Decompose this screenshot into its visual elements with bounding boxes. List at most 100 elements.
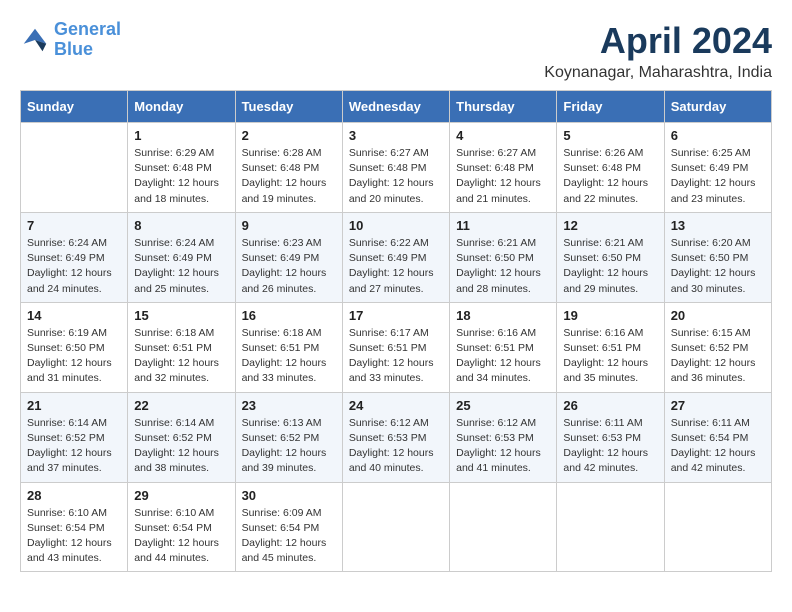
cell-info: Sunrise: 6:10 AM Sunset: 6:54 PM Dayligh… [134, 506, 228, 567]
day-number: 17 [349, 308, 443, 323]
calendar-cell: 5Sunrise: 6:26 AM Sunset: 6:48 PM Daylig… [557, 123, 664, 213]
cell-info: Sunrise: 6:18 AM Sunset: 6:51 PM Dayligh… [242, 326, 336, 387]
page-header: General Blue April 2024 Koynanagar, Maha… [20, 20, 772, 82]
calendar-cell: 14 Sunrise: 6:19 AM Sunset: 6:50 PM Dayli… [21, 302, 128, 392]
day-number: 16 [242, 308, 336, 323]
cell-info: Sunrise: 6:16 AM Sunset: 6:51 PM Dayligh… [456, 326, 550, 387]
day-number: 3 [349, 128, 443, 143]
calendar-cell: 22 Sunrise: 6:14 AM Sunset: 6:52 PM Dayli… [128, 392, 235, 482]
cell-info: Sunrise: 6:27 AM Sunset: 6:48 PM Dayligh… [456, 146, 550, 207]
day-number: 20 [671, 308, 765, 323]
calendar-cell: 28 Sunrise: 6:10 AM Sunset: 6:54 PM Dayli… [21, 482, 128, 572]
cell-info: Sunrise: 6:11 AM Sunset: 6:54 PM Dayligh… [671, 416, 765, 477]
day-number: 8 [134, 218, 228, 233]
calendar-header-row: SundayMondayTuesdayWednesdayThursdayFrid… [21, 91, 772, 123]
calendar-cell: 7Sunrise: 6:24 AM Sunset: 6:49 PM Daylig… [21, 212, 128, 302]
day-number: 29 [134, 488, 228, 503]
calendar-cell: 21 Sunrise: 6:14 AM Sunset: 6:52 PM Dayli… [21, 392, 128, 482]
calendar-week-row: 1 Sunrise: 6:29 AM Sunset: 6:48 PM Daylig… [21, 123, 772, 213]
logo-icon [20, 25, 50, 55]
calendar-cell [21, 123, 128, 213]
calendar-cell: 3 Sunrise: 6:27 AM Sunset: 6:48 PM Daylig… [342, 123, 449, 213]
day-header-thursday: Thursday [450, 91, 557, 123]
day-number: 28 [27, 488, 121, 503]
calendar-cell: 20 Sunrise: 6:15 AM Sunset: 6:52 PM Dayli… [664, 302, 771, 392]
day-number: 4 [456, 128, 550, 143]
cell-info: Sunrise: 6:17 AM Sunset: 6:51 PM Dayligh… [349, 326, 443, 387]
day-number: 26 [563, 398, 657, 413]
cell-info: Sunrise: 6:14 AM Sunset: 6:52 PM Dayligh… [134, 416, 228, 477]
day-number: 25 [456, 398, 550, 413]
cell-info: Sunrise: 6:18 AM Sunset: 6:51 PM Dayligh… [134, 326, 228, 387]
day-number: 10 [349, 218, 443, 233]
cell-info: Sunrise: 6:16 AM Sunset: 6:51 PM Dayligh… [563, 326, 657, 387]
cell-info: Sunrise: 6:11 AM Sunset: 6:53 PM Dayligh… [563, 416, 657, 477]
cell-info: Sunrise: 6:25 AM Sunset: 6:49 PM Dayligh… [671, 146, 765, 207]
title-area: April 2024 Koynanagar, Maharashtra, Indi… [544, 20, 772, 82]
day-number: 11 [456, 218, 550, 233]
calendar-cell: 13 Sunrise: 6:20 AM Sunset: 6:50 PM Dayli… [664, 212, 771, 302]
day-number: 14 [27, 308, 121, 323]
cell-info: Sunrise: 6:21 AM Sunset: 6:50 PM Dayligh… [456, 236, 550, 297]
location-text: Koynanagar, Maharashtra, India [544, 64, 772, 82]
day-number: 21 [27, 398, 121, 413]
cell-info: Sunrise: 6:12 AM Sunset: 6:53 PM Dayligh… [349, 416, 443, 477]
day-number: 30 [242, 488, 336, 503]
day-header-sunday: Sunday [21, 91, 128, 123]
calendar-cell: 9Sunrise: 6:23 AM Sunset: 6:49 PM Daylig… [235, 212, 342, 302]
cell-info: Sunrise: 6:20 AM Sunset: 6:50 PM Dayligh… [671, 236, 765, 297]
cell-info: Sunrise: 6:19 AM Sunset: 6:50 PM Dayligh… [27, 326, 121, 387]
calendar-cell: 4 Sunrise: 6:27 AM Sunset: 6:48 PM Daylig… [450, 123, 557, 213]
calendar-cell [557, 482, 664, 572]
logo-text: General Blue [54, 20, 121, 60]
day-header-tuesday: Tuesday [235, 91, 342, 123]
calendar-cell: 6 Sunrise: 6:25 AM Sunset: 6:49 PM Daylig… [664, 123, 771, 213]
calendar-cell: 11 Sunrise: 6:21 AM Sunset: 6:50 PM Dayli… [450, 212, 557, 302]
cell-info: Sunrise: 6:27 AM Sunset: 6:48 PM Dayligh… [349, 146, 443, 207]
calendar-week-row: 14 Sunrise: 6:19 AM Sunset: 6:50 PM Dayli… [21, 302, 772, 392]
calendar-cell: 23Sunrise: 6:13 AM Sunset: 6:52 PM Dayli… [235, 392, 342, 482]
cell-info: Sunrise: 6:10 AM Sunset: 6:54 PM Dayligh… [27, 506, 121, 567]
cell-info: Sunrise: 6:29 AM Sunset: 6:48 PM Dayligh… [134, 146, 228, 207]
day-number: 12 [563, 218, 657, 233]
cell-info: Sunrise: 6:15 AM Sunset: 6:52 PM Dayligh… [671, 326, 765, 387]
calendar-cell: 24 Sunrise: 6:12 AM Sunset: 6:53 PM Dayli… [342, 392, 449, 482]
calendar-cell: 30 Sunrise: 6:09 AM Sunset: 6:54 PM Dayli… [235, 482, 342, 572]
day-number: 18 [456, 308, 550, 323]
calendar-week-row: 28 Sunrise: 6:10 AM Sunset: 6:54 PM Dayli… [21, 482, 772, 572]
calendar-cell: 1 Sunrise: 6:29 AM Sunset: 6:48 PM Daylig… [128, 123, 235, 213]
day-number: 23 [242, 398, 336, 413]
calendar-cell: 27Sunrise: 6:11 AM Sunset: 6:54 PM Dayli… [664, 392, 771, 482]
cell-info: Sunrise: 6:21 AM Sunset: 6:50 PM Dayligh… [563, 236, 657, 297]
calendar-cell [342, 482, 449, 572]
calendar-cell: 19Sunrise: 6:16 AM Sunset: 6:51 PM Dayli… [557, 302, 664, 392]
calendar-cell: 16 Sunrise: 6:18 AM Sunset: 6:51 PM Dayli… [235, 302, 342, 392]
day-number: 15 [134, 308, 228, 323]
day-number: 24 [349, 398, 443, 413]
month-title: April 2024 [544, 20, 772, 62]
calendar-cell: 8 Sunrise: 6:24 AM Sunset: 6:49 PM Daylig… [128, 212, 235, 302]
day-number: 1 [134, 128, 228, 143]
cell-info: Sunrise: 6:22 AM Sunset: 6:49 PM Dayligh… [349, 236, 443, 297]
cell-info: Sunrise: 6:24 AM Sunset: 6:49 PM Dayligh… [27, 236, 121, 297]
cell-info: Sunrise: 6:09 AM Sunset: 6:54 PM Dayligh… [242, 506, 336, 567]
cell-info: Sunrise: 6:14 AM Sunset: 6:52 PM Dayligh… [27, 416, 121, 477]
calendar-table: SundayMondayTuesdayWednesdayThursdayFrid… [20, 90, 772, 572]
calendar-cell: 10 Sunrise: 6:22 AM Sunset: 6:49 PM Dayli… [342, 212, 449, 302]
cell-info: Sunrise: 6:26 AM Sunset: 6:48 PM Dayligh… [563, 146, 657, 207]
cell-info: Sunrise: 6:28 AM Sunset: 6:48 PM Dayligh… [242, 146, 336, 207]
day-number: 13 [671, 218, 765, 233]
day-header-saturday: Saturday [664, 91, 771, 123]
calendar-cell: 29 Sunrise: 6:10 AM Sunset: 6:54 PM Dayli… [128, 482, 235, 572]
day-number: 22 [134, 398, 228, 413]
cell-info: Sunrise: 6:12 AM Sunset: 6:53 PM Dayligh… [456, 416, 550, 477]
cell-info: Sunrise: 6:24 AM Sunset: 6:49 PM Dayligh… [134, 236, 228, 297]
calendar-cell: 12 Sunrise: 6:21 AM Sunset: 6:50 PM Dayli… [557, 212, 664, 302]
calendar-cell: 15 Sunrise: 6:18 AM Sunset: 6:51 PM Dayli… [128, 302, 235, 392]
day-number: 6 [671, 128, 765, 143]
day-number: 9 [242, 218, 336, 233]
calendar-cell: 26 Sunrise: 6:11 AM Sunset: 6:53 PM Dayli… [557, 392, 664, 482]
day-header-friday: Friday [557, 91, 664, 123]
calendar-cell: 25 Sunrise: 6:12 AM Sunset: 6:53 PM Dayli… [450, 392, 557, 482]
logo: General Blue [20, 20, 121, 60]
